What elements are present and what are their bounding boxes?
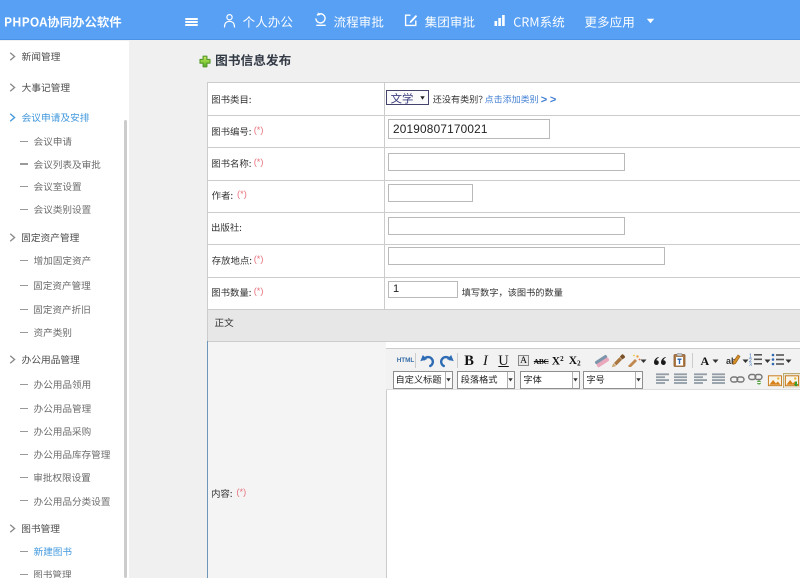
svg-text:3: 3 xyxy=(749,363,752,367)
